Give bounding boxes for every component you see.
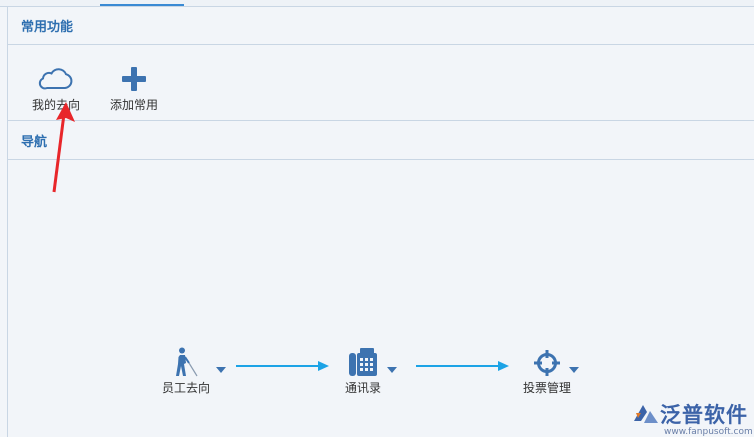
brand-mark-icon [634, 405, 658, 423]
brand-name: 泛普软件 [660, 403, 748, 427]
brand-logo: 泛普软件 www.fanpusoft.com [632, 399, 754, 437]
flow-node-label: 通讯录 [344, 381, 381, 395]
main-panel: 常用功能 我的去向 添加常用 导航 员工去向 通讯录 投票管理 泛普软件 www… [8, 7, 754, 437]
annotation-arrow-icon [52, 102, 75, 193]
flow-arrow-icon [416, 361, 509, 371]
section-title: 常用功能 [21, 20, 74, 35]
telephone-icon [343, 345, 383, 377]
flow-node-address-book[interactable]: 通讯录 [313, 345, 413, 397]
dropdown-caret-icon[interactable] [568, 366, 580, 374]
cloud-icon [36, 65, 76, 93]
quick-item-add-common[interactable]: 添加常用 [99, 65, 169, 117]
flow-node-label: 员工去向 [161, 381, 210, 395]
dropdown-caret-icon[interactable] [215, 366, 227, 374]
dropdown-caret-icon[interactable] [386, 366, 398, 374]
section-common-functions-header: 常用功能 [8, 7, 754, 45]
section-title: 导航 [21, 134, 48, 150]
flow-node-vote-management[interactable]: 投票管理 [497, 345, 597, 397]
walking-person-icon [166, 345, 206, 377]
brand-domain: www.fanpusoft.com [664, 427, 753, 437]
flow-node-label: 投票管理 [522, 381, 571, 395]
section-navigation-header: 导航 [8, 120, 754, 160]
active-tab-indicator [100, 4, 184, 6]
crosshair-icon [527, 345, 567, 377]
quick-item-label: 添加常用 [109, 98, 158, 112]
plus-icon [114, 65, 154, 93]
